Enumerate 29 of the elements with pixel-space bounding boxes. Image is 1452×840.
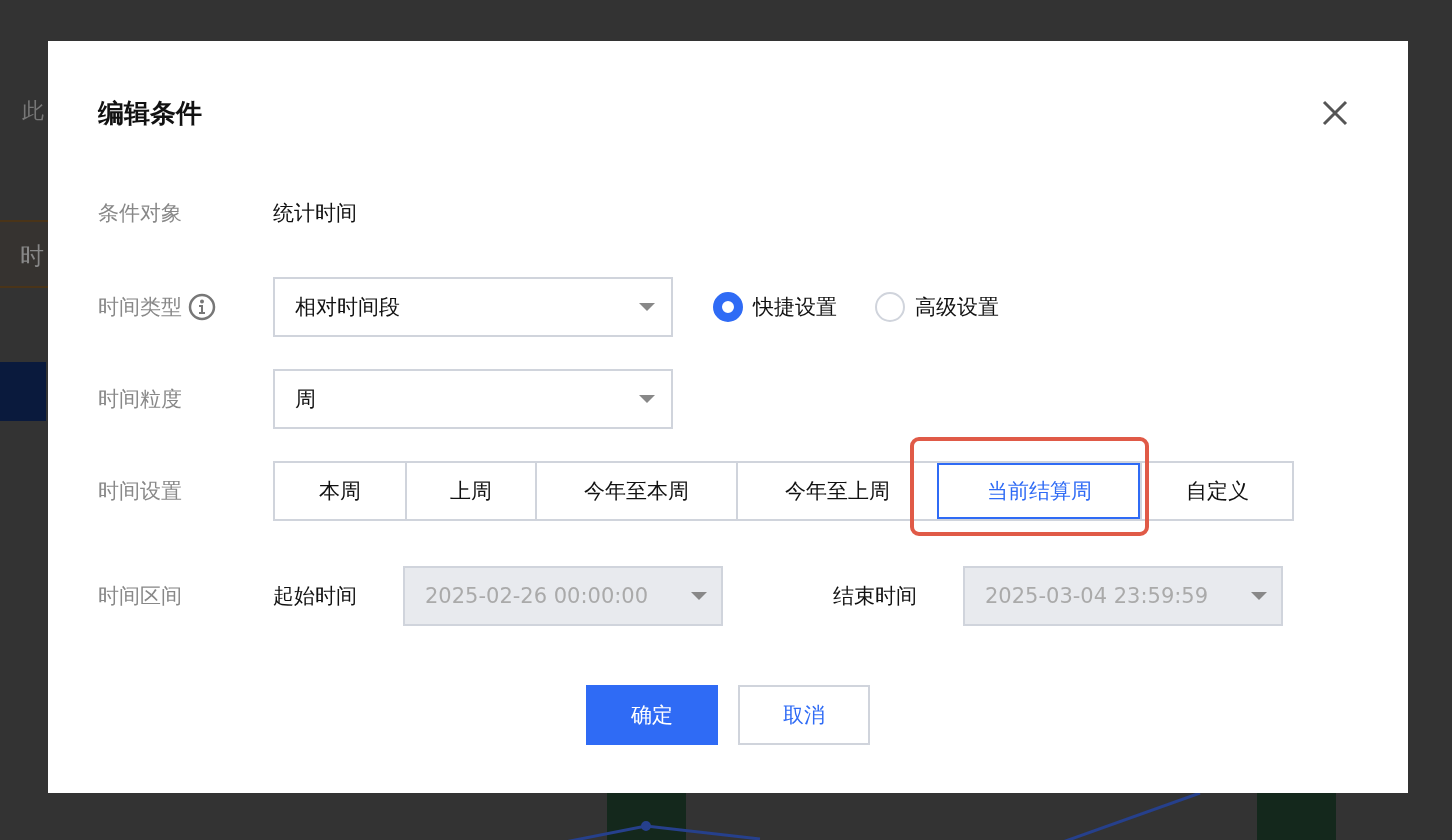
field-label: 时间粒度 (98, 386, 182, 413)
close-button[interactable] (1322, 100, 1348, 126)
radio-label: 快捷设置 (753, 294, 837, 321)
field-value: 统计时间 (273, 200, 357, 227)
field-label: 条件对象 (98, 200, 182, 227)
radio-option[interactable]: 高级设置 (875, 292, 999, 322)
segment-tab[interactable]: 当前结算周 (937, 463, 1140, 519)
dialog-title: 编辑条件 (98, 96, 202, 130)
close-icon (1322, 100, 1348, 126)
field-label: 时间类型 (98, 294, 182, 321)
dropdown-field[interactable]: 周 (273, 369, 673, 429)
radio-option[interactable]: 快捷设置 (713, 292, 837, 322)
radio-button[interactable] (713, 292, 743, 322)
field-label: 时间设置 (98, 478, 182, 505)
dropdown-field[interactable]: 相对时间段 (273, 277, 673, 337)
field-label: 结束时间 (833, 583, 918, 610)
chart-point (641, 821, 651, 831)
caret-icon (639, 303, 655, 311)
caret-icon (639, 395, 655, 403)
background-field (0, 220, 48, 288)
background-text: 此 (22, 97, 44, 125)
confirm-button[interactable]: 确定 (586, 685, 718, 745)
radio-label: 高级设置 (915, 294, 999, 321)
field-label: 时间区间 (98, 583, 182, 610)
caret-icon (691, 592, 707, 600)
cancel-button[interactable]: 取消 (738, 685, 870, 745)
field-label: 起始时间 (273, 583, 358, 610)
caret-icon (1251, 592, 1267, 600)
background-text: 时 (20, 241, 44, 272)
